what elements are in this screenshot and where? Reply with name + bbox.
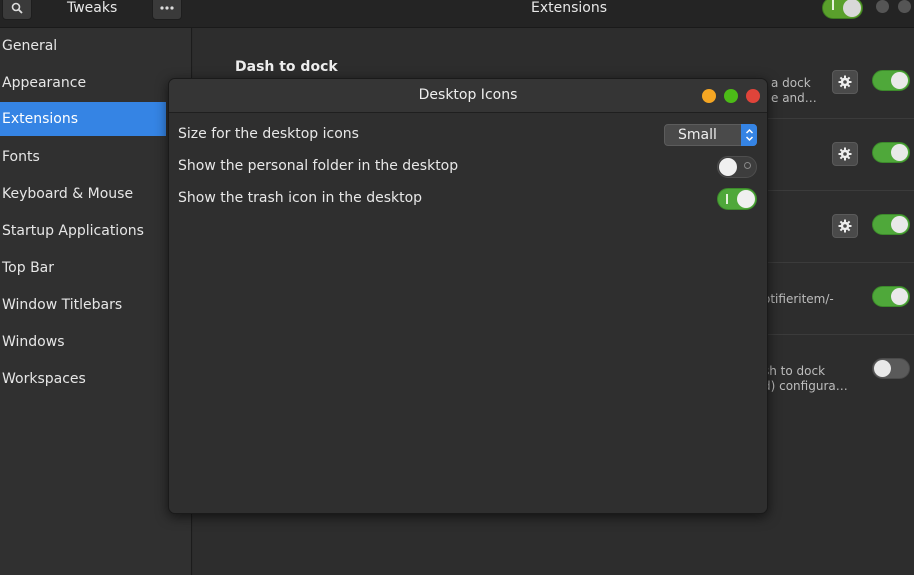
sidebar-item-windows[interactable]: Windows bbox=[0, 325, 166, 359]
extension-enable-switch[interactable] bbox=[872, 142, 910, 163]
sidebar-item-appearance[interactable]: Appearance bbox=[0, 66, 166, 100]
gear-icon bbox=[838, 219, 852, 233]
dialog-maximize-button[interactable] bbox=[724, 89, 738, 103]
sidebar: General Appearance Extensions Fonts Keyb… bbox=[0, 28, 192, 575]
sidebar-item-label: Fonts bbox=[2, 149, 40, 165]
switch-knob bbox=[843, 0, 861, 17]
sidebar-item-keyboard-mouse[interactable]: Keyboard & Mouse bbox=[0, 177, 166, 211]
switch-knob bbox=[891, 288, 908, 305]
extension-settings-button[interactable] bbox=[832, 70, 858, 94]
app-title: Tweaks bbox=[67, 0, 118, 16]
personal-folder-switch[interactable] bbox=[717, 156, 757, 178]
sidebar-item-window-titlebars[interactable]: Window Titlebars bbox=[0, 288, 166, 322]
extension-description: e and… bbox=[771, 91, 817, 105]
extension-enable-switch[interactable] bbox=[872, 70, 910, 91]
sidebar-item-label: Extensions bbox=[2, 111, 79, 127]
switch-knob bbox=[737, 190, 755, 208]
sidebar-item-label: Top Bar bbox=[2, 260, 55, 276]
option-label-icon-size: Size for the desktop icons bbox=[178, 126, 359, 142]
page-title: Extensions bbox=[531, 0, 608, 16]
menu-button[interactable] bbox=[152, 0, 182, 20]
sidebar-item-general[interactable]: General bbox=[0, 29, 166, 63]
extension-name: Dash to dock bbox=[235, 59, 338, 75]
sidebar-item-label: Workspaces bbox=[2, 371, 86, 387]
switch-knob bbox=[719, 158, 737, 176]
header-bar: Tweaks Extensions bbox=[0, 0, 914, 28]
switch-knob bbox=[891, 216, 908, 233]
switch-on-mark bbox=[832, 0, 834, 10]
search-icon bbox=[11, 2, 23, 14]
extension-description: d) configura… bbox=[763, 379, 848, 393]
dialog-close-button[interactable] bbox=[746, 89, 760, 103]
extensions-master-switch[interactable] bbox=[822, 0, 863, 19]
switch-on-mark bbox=[726, 194, 728, 204]
icon-size-value: Small bbox=[678, 127, 717, 143]
sidebar-item-extensions[interactable]: Extensions bbox=[0, 102, 166, 136]
switch-off-mark bbox=[744, 162, 751, 169]
option-label-personal-folder: Show the personal folder in the desktop bbox=[178, 158, 459, 174]
sidebar-item-label: Startup Applications bbox=[2, 223, 144, 239]
dialog-minimize-button[interactable] bbox=[702, 89, 716, 103]
extension-description: sh to dock bbox=[763, 364, 826, 378]
extension-settings-button[interactable] bbox=[832, 142, 858, 166]
window-minimize-button[interactable] bbox=[876, 0, 889, 13]
sidebar-item-startup-applications[interactable]: Startup Applications bbox=[0, 214, 166, 248]
switch-knob bbox=[891, 144, 908, 161]
extension-description: a dock bbox=[771, 76, 811, 90]
extension-description: otifieritem/- bbox=[763, 292, 834, 306]
search-button[interactable] bbox=[2, 0, 32, 20]
desktop-icons-dialog: Desktop Icons Size for the desktop icons… bbox=[168, 78, 768, 514]
extension-enable-switch[interactable] bbox=[872, 286, 910, 307]
extension-enable-switch[interactable] bbox=[872, 358, 910, 379]
gear-icon bbox=[838, 75, 852, 89]
gear-icon bbox=[838, 147, 852, 161]
extension-enable-switch[interactable] bbox=[872, 214, 910, 235]
sidebar-item-label: Appearance bbox=[2, 75, 87, 91]
switch-knob bbox=[891, 72, 908, 89]
sidebar-item-top-bar[interactable]: Top Bar bbox=[0, 251, 166, 285]
sidebar-item-label: Keyboard & Mouse bbox=[2, 186, 134, 202]
sidebar-item-workspaces[interactable]: Workspaces bbox=[0, 362, 166, 396]
extension-settings-button[interactable] bbox=[832, 214, 858, 238]
icon-size-combo[interactable]: Small bbox=[664, 124, 757, 146]
dialog-header: Desktop Icons bbox=[169, 79, 767, 113]
up-down-chevron-icon bbox=[745, 128, 753, 142]
dialog-title: Desktop Icons bbox=[418, 87, 518, 103]
sidebar-item-label: Windows bbox=[2, 334, 65, 350]
trash-icon-switch[interactable] bbox=[717, 188, 757, 210]
combo-arrows bbox=[741, 124, 757, 146]
sidebar-item-fonts[interactable]: Fonts bbox=[0, 140, 166, 174]
sidebar-item-label: General bbox=[2, 38, 58, 54]
sidebar-item-label: Window Titlebars bbox=[2, 297, 123, 313]
more-horizontal-icon bbox=[160, 5, 174, 10]
option-label-trash-icon: Show the trash icon in the desktop bbox=[178, 190, 423, 206]
window-close-button[interactable] bbox=[898, 0, 911, 13]
switch-knob bbox=[874, 360, 891, 377]
